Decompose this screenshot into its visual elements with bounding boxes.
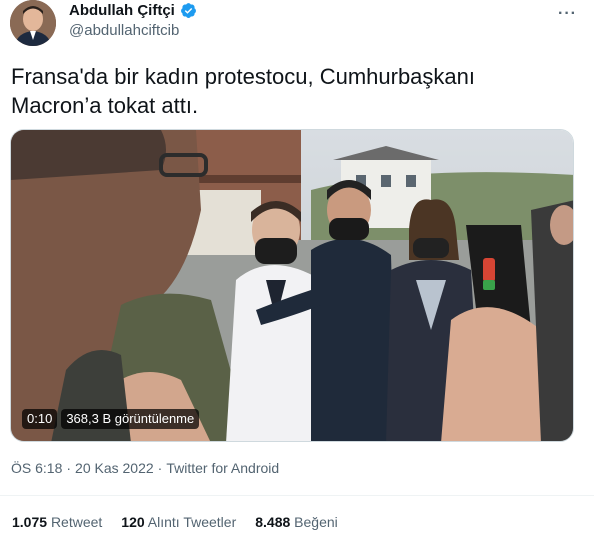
retweets-count: 1.075 <box>12 514 48 530</box>
author-name[interactable]: Abdullah Çiftçi <box>69 2 175 19</box>
tweet-stats: 1.075 Retweet 120 Alıntı Tweetler 8.488 … <box>12 514 338 530</box>
retweets-label: Retweet <box>50 514 103 530</box>
tweet-date-link[interactable]: 20 Kas 2022 <box>75 460 154 476</box>
likes-stat[interactable]: 8.488 Beğeni <box>255 514 338 530</box>
more-options-icon[interactable]: ··· <box>558 5 577 23</box>
video-frame-image <box>11 130 573 441</box>
quotes-count: 120 <box>121 514 145 530</box>
avatar-image <box>10 0 56 46</box>
tweet-meta: ÖS 6:18 · 20 Kas 2022 · Twitter for Andr… <box>11 460 279 476</box>
retweets-stat[interactable]: 1.075 Retweet <box>12 514 102 530</box>
tweet-text: Fransa'da bir kadın protestocu, Cumhurba… <box>11 64 475 118</box>
tweet-time-link[interactable]: ÖS 6:18 <box>11 460 62 476</box>
video-duration-badge: 0:10 <box>22 409 58 429</box>
video-badges: 0:10 368,3 B görüntülenme <box>22 409 200 429</box>
author-handle[interactable]: @abdullahciftcib <box>69 22 179 39</box>
video-views-badge: 368,3 B görüntülenme <box>61 409 200 429</box>
divider <box>0 495 594 496</box>
tweet-video[interactable] <box>10 129 574 442</box>
meta-separator: · <box>66 460 72 476</box>
author-name-row[interactable]: Abdullah Çiftçi <box>69 2 197 19</box>
quotes-stat[interactable]: 120 Alıntı Tweetler <box>121 514 236 530</box>
likes-count: 8.488 <box>255 514 291 530</box>
author-avatar[interactable] <box>10 0 56 46</box>
tweet-source-link[interactable]: Twitter for Android <box>166 460 279 476</box>
quotes-label: Alıntı Tweetler <box>147 514 237 530</box>
meta-separator: · <box>157 460 163 476</box>
verified-badge-icon <box>180 3 196 18</box>
likes-label: Beğeni <box>294 514 338 530</box>
